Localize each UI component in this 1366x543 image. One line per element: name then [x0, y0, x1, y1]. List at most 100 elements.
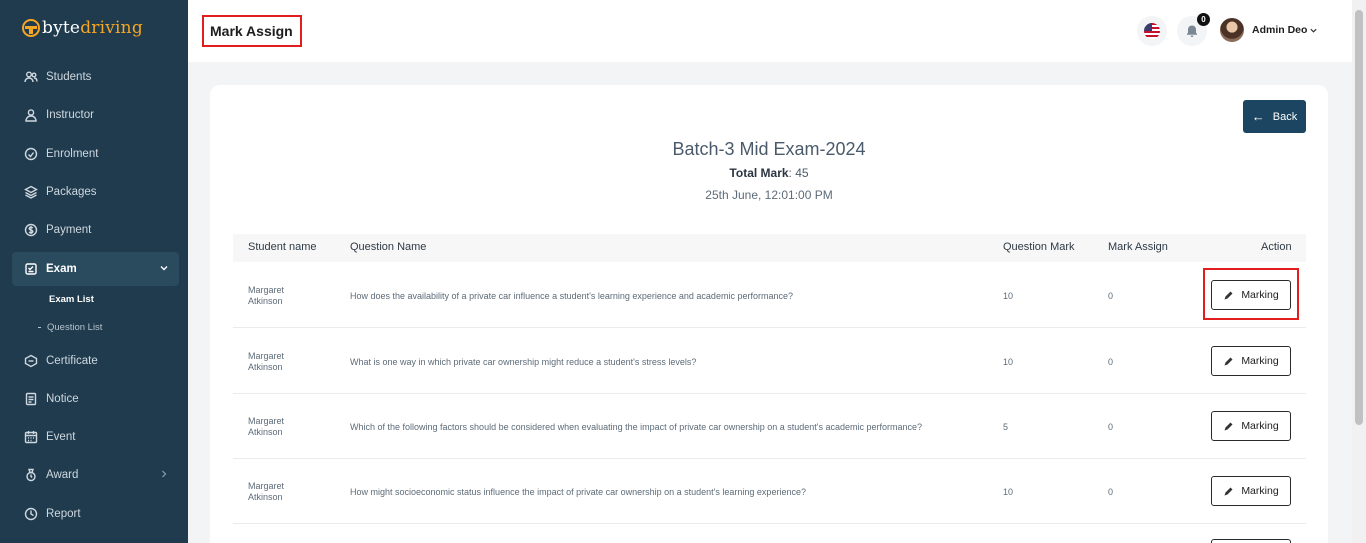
- sidebar-item-payment[interactable]: Payment: [12, 213, 179, 247]
- users-icon: [24, 70, 38, 84]
- sidebar-item-label: Instructor: [46, 109, 94, 121]
- sidebar-item-certificate[interactable]: Certificate: [12, 344, 179, 378]
- column-header-question-mark: Question Mark: [1003, 241, 1075, 253]
- sidebar-subitem-label: Question List: [47, 322, 103, 333]
- marking-button[interactable]: [1211, 539, 1291, 543]
- brand-name-part1: byte: [42, 18, 81, 38]
- student-name: Margaret Atkinson: [248, 481, 318, 503]
- sidebar-item-label: Award: [46, 469, 79, 481]
- student-first-name: Margaret: [248, 416, 285, 426]
- dollar-icon: [24, 223, 38, 237]
- table-row: Margaret Atkinson What is one way in whic…: [233, 329, 1306, 394]
- marking-button-label: Marking: [1241, 420, 1279, 432]
- sidebar-item-label: Payment: [46, 224, 92, 236]
- scrollbar-thumb[interactable]: [1355, 10, 1363, 425]
- student-first-name: Margaret: [248, 351, 285, 361]
- sidebar-item-instructor[interactable]: Instructor: [12, 98, 179, 132]
- chevron-right-icon: [162, 470, 167, 478]
- back-button[interactable]: ← Back: [1243, 100, 1306, 133]
- table-row: Margaret Atkinson How might socioeconomic…: [233, 459, 1306, 524]
- exam-icon: [24, 262, 38, 276]
- calendar-icon: [24, 430, 38, 444]
- steering-wheel-icon: [22, 19, 40, 37]
- mark-assign: 0: [1108, 487, 1114, 497]
- total-mark-label: Total Mark: [729, 166, 789, 180]
- question-mark: 10: [1003, 487, 1014, 497]
- student-name: Margaret Atkinson: [248, 351, 318, 373]
- brand-name-part2: driving: [80, 18, 143, 38]
- award-icon: [24, 468, 38, 482]
- sidebar-subitem-question-list[interactable]: Question List: [38, 322, 102, 333]
- question-mark: 10: [1003, 357, 1014, 367]
- table-row: Margaret Atkinson Which of the following …: [233, 394, 1306, 459]
- table-row: Margaret Atkinson How does the availabili…: [233, 263, 1306, 328]
- user-icon: [24, 108, 38, 122]
- user-name[interactable]: Admin Deo: [1252, 24, 1307, 36]
- page-scrollbar[interactable]: [1352, 0, 1366, 543]
- bell-icon: [1187, 25, 1197, 37]
- marking-button[interactable]: Marking: [1211, 346, 1291, 376]
- sidebar-item-label: Students: [46, 71, 92, 83]
- us-flag-icon: [1144, 23, 1160, 39]
- column-header-mark-assign: Mark Assign: [1108, 241, 1168, 253]
- student-first-name: Margaret: [248, 285, 285, 295]
- language-button[interactable]: [1137, 16, 1167, 46]
- marking-button-label: Marking: [1241, 485, 1279, 497]
- sidebar-item-award[interactable]: Award: [12, 458, 179, 492]
- question-mark: 10: [1003, 291, 1014, 301]
- sidebar-item-notice[interactable]: Notice: [12, 382, 179, 416]
- question-mark: 5: [1003, 422, 1009, 432]
- mark-assign: 0: [1108, 422, 1114, 432]
- column-header-student-name: Student name: [248, 241, 317, 253]
- report-icon: [24, 507, 38, 521]
- marking-button[interactable]: Marking: [1211, 476, 1291, 506]
- chevron-down-icon[interactable]: [1309, 26, 1318, 35]
- pencil-icon: [1224, 422, 1233, 430]
- student-last-name: Atkinson: [248, 362, 283, 372]
- mark-assign: 0: [1108, 357, 1114, 367]
- pencil-icon: [1224, 487, 1233, 495]
- sidebar-item-event[interactable]: Event: [12, 420, 179, 454]
- notification-count-badge: 0: [1197, 13, 1210, 26]
- question-name: Which of the following factors should be…: [350, 422, 923, 432]
- sidebar: byte driving Students Instructor Enrolme…: [0, 0, 188, 543]
- marking-button-label: Marking: [1241, 355, 1279, 367]
- exam-title: Batch-3 Mid Exam-2024: [672, 139, 866, 159]
- sidebar-item-label: Notice: [46, 393, 79, 405]
- pencil-icon: [1224, 357, 1233, 365]
- student-name: Margaret Atkinson: [248, 285, 318, 307]
- arrow-left-icon: ←: [1251, 109, 1265, 124]
- chevron-down-icon: [160, 266, 168, 271]
- total-mark-value: : 45: [788, 166, 809, 180]
- sidebar-item-exam[interactable]: Exam: [12, 252, 179, 286]
- certificate-icon: [24, 354, 38, 368]
- sidebar-item-label: Report: [46, 508, 81, 520]
- sidebar-item-report[interactable]: Report: [12, 497, 179, 531]
- sidebar-item-label: Certificate: [46, 355, 98, 367]
- avatar[interactable]: [1220, 18, 1244, 42]
- student-last-name: Atkinson: [248, 492, 283, 502]
- student-last-name: Atkinson: [248, 427, 283, 437]
- sidebar-item-label: Exam: [46, 263, 77, 275]
- table-header: Student name Question Name Question Mark…: [233, 234, 1306, 262]
- highlight-box: [1203, 268, 1299, 320]
- sidebar-subitem-exam-list[interactable]: Exam List: [49, 294, 94, 305]
- sidebar-item-students[interactable]: Students: [12, 60, 179, 94]
- student-first-name: Margaret: [248, 481, 285, 491]
- column-header-action: Action: [1261, 241, 1292, 253]
- column-header-question-name: Question Name: [350, 241, 427, 253]
- page-title: Mark Assign: [202, 15, 302, 47]
- mark-assign: 0: [1108, 291, 1114, 301]
- sidebar-item-label: Event: [46, 431, 76, 443]
- student-name: Margaret Atkinson: [248, 416, 318, 438]
- question-name: What is one way in which private car own…: [350, 357, 697, 367]
- notice-icon: [24, 392, 38, 406]
- student-last-name: Atkinson: [248, 296, 283, 306]
- marking-button[interactable]: Marking: [1211, 411, 1291, 441]
- back-button-label: Back: [1272, 110, 1298, 123]
- question-name: How does the availability of a private c…: [350, 291, 793, 301]
- brand-logo[interactable]: byte driving: [22, 16, 143, 40]
- exam-date: 25th June, 12:01:00 PM: [705, 188, 833, 202]
- total-mark: Total Mark: 45: [0, 166, 1366, 180]
- bullet-icon: [38, 326, 41, 328]
